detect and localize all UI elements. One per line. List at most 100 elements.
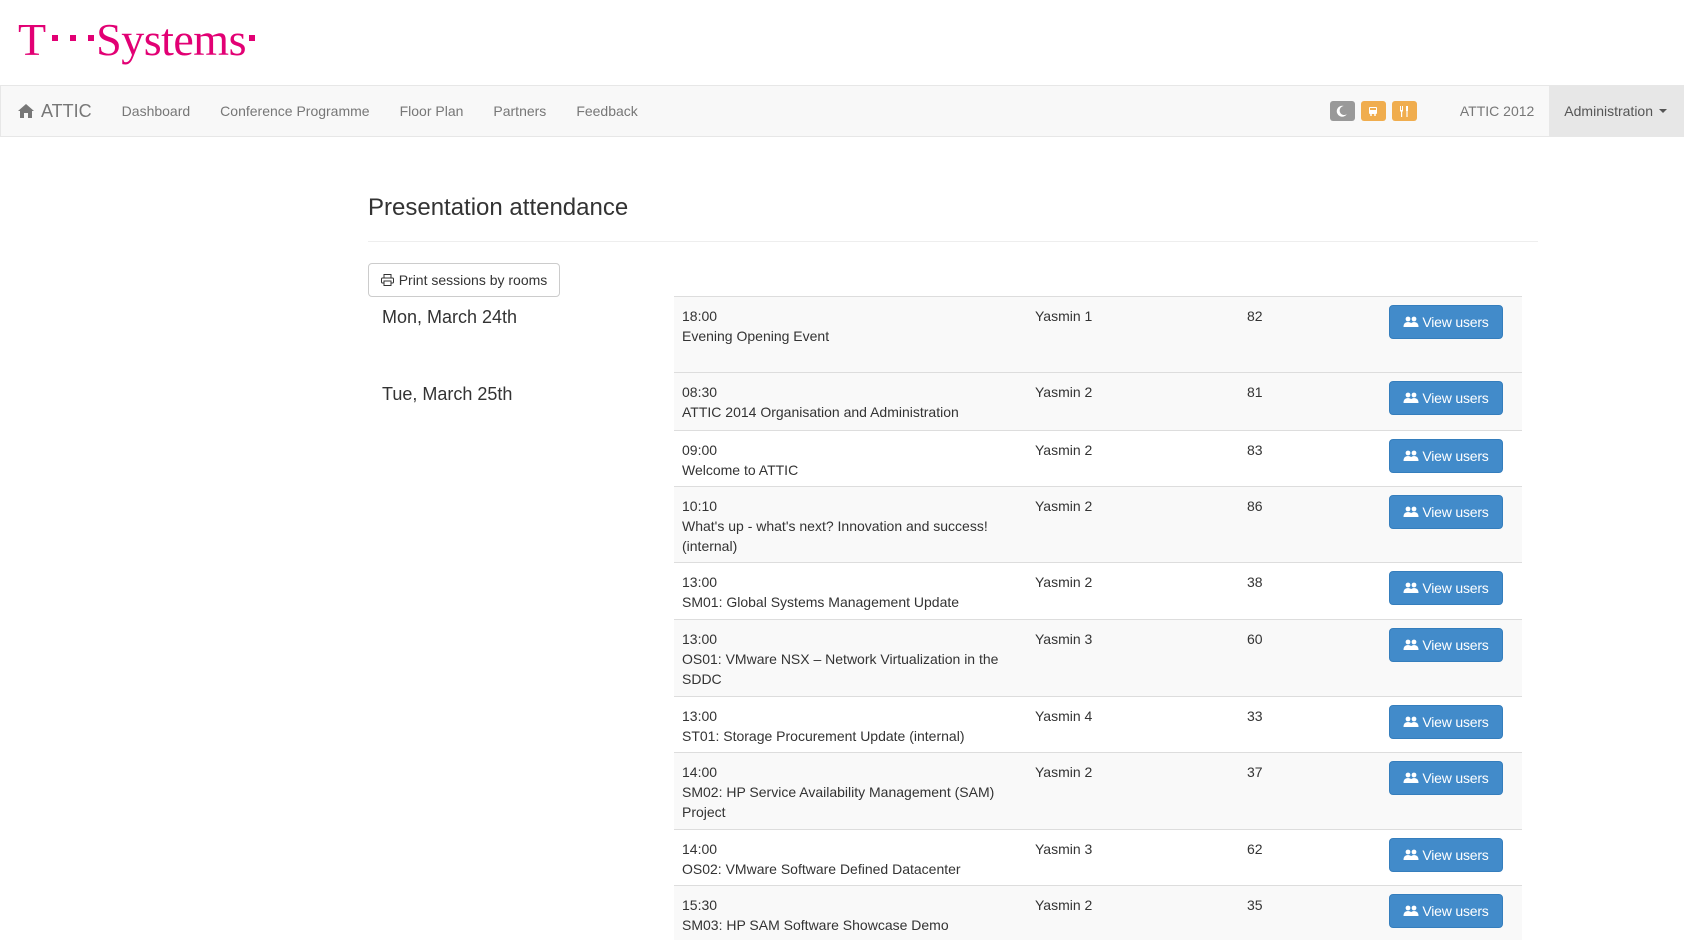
session-info: 13:00 SM01: Global Systems Management Upd…: [682, 572, 1002, 612]
nav-dashboard[interactable]: Dashboard: [107, 86, 206, 136]
session-attendance-count: 83: [1247, 442, 1263, 458]
users-icon: [1403, 772, 1419, 783]
nav-right: ATTIC 2012 Administration: [1329, 86, 1684, 136]
session-time: 13:00: [682, 708, 718, 724]
session-room: Yasmin 2: [1035, 442, 1093, 458]
view-users-button[interactable]: View users: [1389, 305, 1503, 339]
session-title: ATTIC 2014 Organisation and Administrati…: [682, 404, 959, 420]
session-row: 18:00 Evening Opening Event Yasmin 1 82 View…: [674, 296, 1522, 372]
session-title: Welcome to ATTIC: [682, 462, 799, 478]
view-users-label: View users: [1422, 580, 1489, 596]
session-room: Yasmin 2: [1035, 384, 1093, 400]
users-icon: [1403, 450, 1419, 461]
view-users-button[interactable]: View users: [1389, 705, 1503, 739]
users-icon: [1403, 905, 1419, 916]
nav-partners[interactable]: Partners: [478, 86, 561, 136]
session-info: 14:00 OS02: VMware Software Defined Datac…: [682, 839, 1002, 879]
logo-wordmark: Systems: [96, 14, 246, 65]
moon-icon[interactable]: [1329, 101, 1355, 121]
administration-label: Administration: [1564, 103, 1653, 119]
view-users-button[interactable]: View users: [1389, 439, 1503, 473]
logo-dot: [70, 35, 77, 41]
nav-administration-dropdown[interactable]: Administration: [1549, 86, 1684, 136]
users-icon: [1403, 849, 1419, 860]
session-title: SM02: HP Service Availability Management…: [682, 784, 995, 820]
navbar-brand[interactable]: ATTIC: [1, 86, 107, 136]
session-title: Evening Opening Event: [682, 328, 830, 344]
session-title: ST01: Storage Procurement Update (intern…: [682, 728, 965, 744]
session-info: 13:00 OS01: VMware NSX – Network Virtuali…: [682, 629, 1002, 689]
session-info: 10:10 What's up - what's next? Innovation…: [682, 496, 1002, 556]
session-attendance-count: 37: [1247, 764, 1263, 780]
nav-left: ATTIC Dashboard Conference Programme Flo…: [1, 86, 653, 136]
session-title: SM03: HP SAM Software Showcase Demo: [682, 917, 949, 933]
session-room: Yasmin 3: [1035, 631, 1093, 647]
nav-conference-programme[interactable]: Conference Programme: [205, 86, 384, 136]
session-room: Yasmin 2: [1035, 498, 1093, 514]
users-icon: [1403, 506, 1419, 517]
session-row: 09:00 Welcome to ATTIC Yasmin 2 83 View user…: [674, 430, 1522, 486]
session-attendance-count: 60: [1247, 631, 1263, 647]
view-users-label: View users: [1422, 448, 1489, 464]
session-row: 13:00 ST01: Storage Procurement Update (i…: [674, 696, 1522, 752]
nav-floor-plan[interactable]: Floor Plan: [385, 86, 479, 136]
nav-feedback[interactable]: Feedback: [561, 86, 652, 136]
view-users-label: View users: [1422, 314, 1489, 330]
view-users-label: View users: [1422, 714, 1489, 730]
session-info: 15:30 SM03: HP SAM Software Showcase Demo: [682, 895, 1002, 935]
brand-label: ATTIC: [41, 100, 92, 121]
logo-dot: [88, 35, 95, 41]
users-icon: [1403, 716, 1419, 727]
view-users-button[interactable]: View users: [1389, 628, 1503, 662]
session-room: Yasmin 3: [1035, 841, 1093, 857]
home-icon: [18, 104, 34, 118]
view-users-button[interactable]: View users: [1389, 838, 1503, 872]
cutlery-icon[interactable]: [1391, 101, 1417, 121]
view-users-label: View users: [1422, 770, 1489, 786]
view-users-button[interactable]: View users: [1389, 571, 1503, 605]
print-icon: [380, 274, 394, 286]
day-label: Tue, March 25th: [382, 384, 513, 404]
view-users-label: View users: [1422, 903, 1489, 919]
caret-down-icon: [1659, 109, 1667, 113]
session-row: 13:00 OS01: VMware NSX – Network Virtuali…: [674, 619, 1522, 696]
session-room: Yasmin 2: [1035, 764, 1093, 780]
users-icon: [1403, 316, 1419, 327]
session-row: 10:10 What's up - what's next? Innovation…: [674, 486, 1522, 562]
view-users-label: View users: [1422, 847, 1489, 863]
view-users-button[interactable]: View users: [1389, 761, 1503, 795]
session-time: 08:30: [682, 384, 718, 400]
session-attendance-count: 35: [1247, 897, 1263, 913]
session-attendance-count: 62: [1247, 841, 1263, 857]
session-attendance-count: 81: [1247, 384, 1263, 400]
session-info: 13:00 ST01: Storage Procurement Update (i…: [682, 706, 1002, 746]
session-title: OS01: VMware NSX – Network Virtualizatio…: [682, 651, 999, 687]
session-time: 13:00: [682, 574, 718, 590]
users-icon: [1403, 639, 1419, 650]
session-room: Yasmin 2: [1035, 574, 1093, 590]
view-users-button[interactable]: View users: [1389, 381, 1503, 415]
logo-t: T: [18, 14, 47, 65]
session-row: 13:00 SM01: Global Systems Management Upd…: [674, 562, 1522, 619]
t-systems-logo: T Systems: [18, 14, 261, 66]
view-users-button[interactable]: View users: [1389, 894, 1503, 928]
session-row: 15:30 SM03: HP SAM Software Showcase Demo…: [674, 885, 1522, 940]
day-label: Mon, March 24th: [382, 307, 518, 327]
session-time: 14:00: [682, 841, 718, 857]
view-users-label: View users: [1422, 637, 1489, 653]
view-users-label: View users: [1422, 390, 1489, 406]
session-title: What's up - what's next? Innovation and …: [682, 518, 988, 554]
session-info: 08:30 ATTIC 2014 Organisation and Adminis…: [682, 382, 1002, 422]
session-room: Yasmin 4: [1035, 708, 1093, 724]
session-time: 13:00: [682, 631, 718, 647]
nav-event-year[interactable]: ATTIC 2012: [1445, 86, 1549, 136]
session-info: 09:00 Welcome to ATTIC: [682, 440, 1002, 480]
print-sessions-button[interactable]: Print sessions by rooms: [368, 263, 560, 297]
session-attendance-count: 33: [1247, 708, 1263, 724]
view-users-button[interactable]: View users: [1389, 495, 1503, 529]
top-navbar: ATTIC Dashboard Conference Programme Flo…: [0, 85, 1684, 137]
sessions-table: 18:00 Evening Opening Event Yasmin 1 82 View…: [674, 296, 1522, 940]
session-room: Yasmin 2: [1035, 897, 1093, 913]
session-time: 14:00: [682, 764, 718, 780]
bus-icon[interactable]: [1360, 101, 1386, 121]
